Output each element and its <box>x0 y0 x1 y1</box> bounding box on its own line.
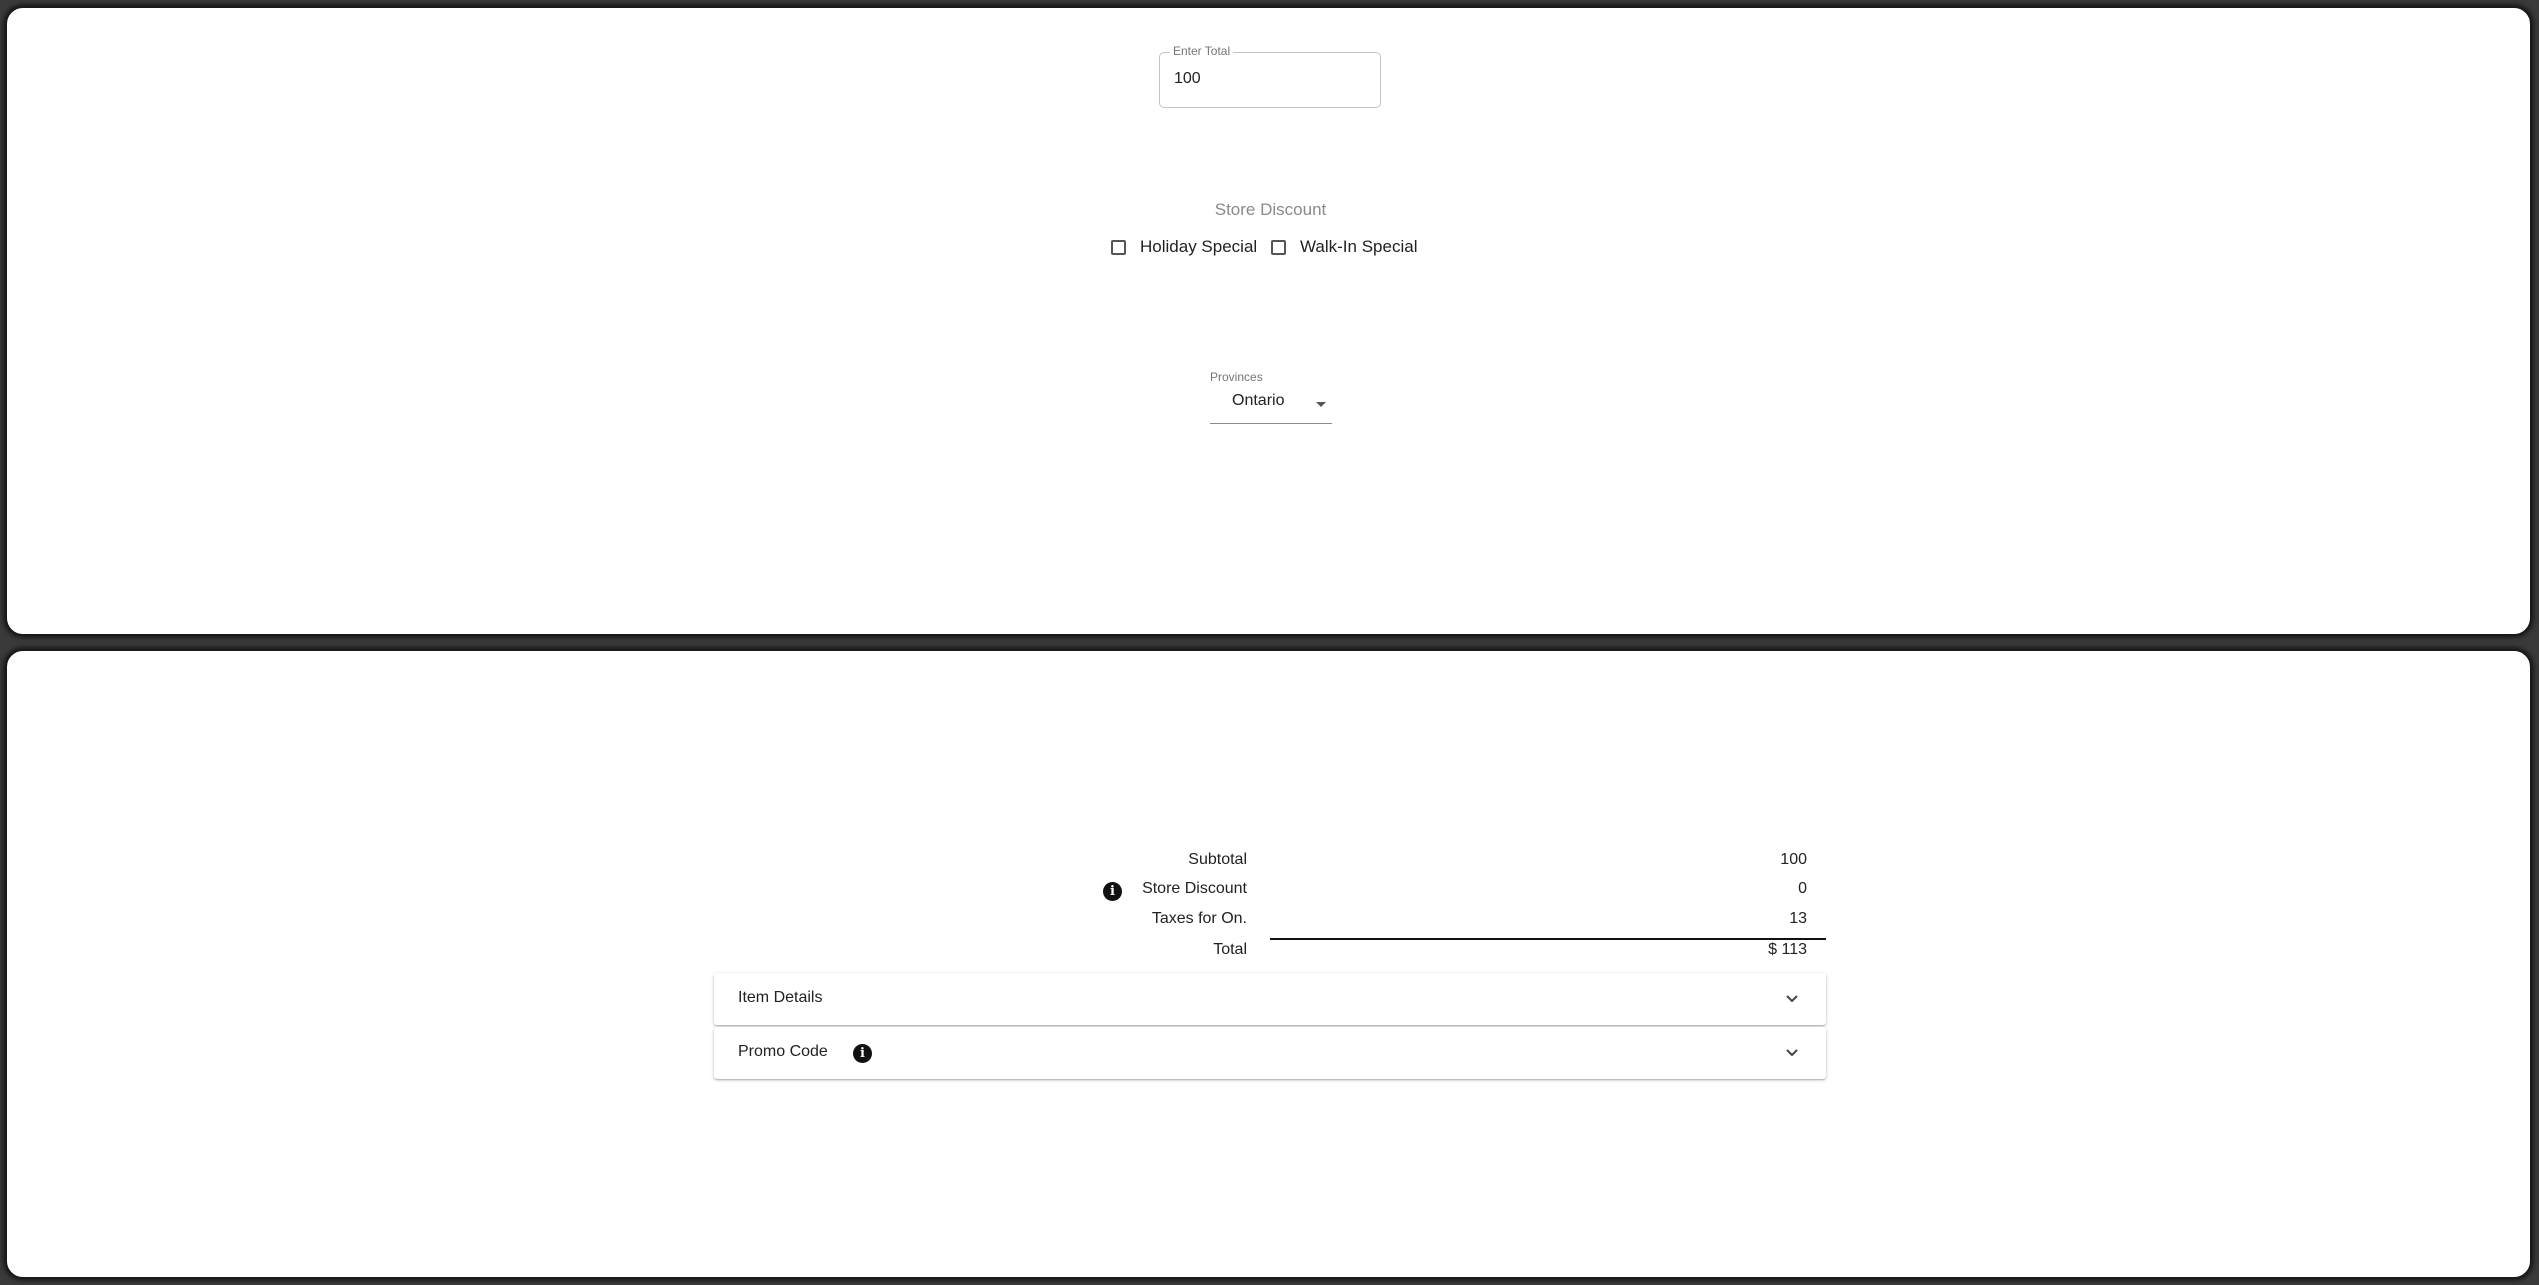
subtotal-value: 100 <box>1780 851 1807 868</box>
provinces-select[interactable]: Provinces Ontario <box>1210 370 1332 424</box>
subtotal-row: Subtotal 100 <box>7 851 2534 877</box>
total-row: Total $ 113 <box>7 941 2534 967</box>
holiday-special-label: Holiday Special <box>1140 237 1258 256</box>
checkbox-icon[interactable] <box>1111 239 1126 255</box>
enter-total-field[interactable]: Enter Total 100 <box>1159 44 1381 108</box>
input-panel: Enter Total 100 Store Discount Holiday S… <box>5 6 2532 636</box>
store-discount-value: 0 <box>1798 880 1807 897</box>
total-divider <box>1270 938 1826 940</box>
provinces-selected-value[interactable]: Ontario <box>1232 392 1284 410</box>
chevron-down-icon[interactable] <box>1784 1044 1800 1060</box>
taxes-row: Taxes for On. 13 <box>7 910 2534 936</box>
taxes-label: Taxes for On. <box>1151 910 1247 927</box>
holiday-special-checkbox[interactable]: Holiday Special <box>1111 237 1257 257</box>
store-discount-heading: Store Discount <box>1214 200 1327 219</box>
dropdown-arrow-icon[interactable] <box>1316 402 1326 407</box>
item-details-label: Item Details <box>738 989 823 1006</box>
item-details-accordion[interactable]: Item Details <box>714 973 1826 1025</box>
enter-total-input[interactable]: 100 <box>1174 70 1201 88</box>
info-circle-icon[interactable]: i <box>853 1044 872 1063</box>
store-discount-row: i Store Discount 0 <box>7 880 2534 906</box>
total-label: Total <box>1213 941 1247 958</box>
promo-code-accordion[interactable]: Promo Code i <box>714 1027 1826 1079</box>
enter-total-label: Enter Total <box>1170 44 1234 58</box>
checkbox-icon[interactable] <box>1271 239 1286 255</box>
store-discount-label: Store Discount <box>1142 880 1247 897</box>
promo-code-label: Promo Code <box>738 1043 828 1060</box>
provinces-label: Provinces <box>1210 370 1263 384</box>
subtotal-label: Subtotal <box>1188 851 1247 868</box>
info-circle-icon[interactable]: i <box>1103 882 1122 901</box>
walk-in-special-label: Walk-In Special <box>1300 237 1418 256</box>
total-value: $ 113 <box>1768 941 1807 958</box>
summary-panel: Subtotal 100 i Store Discount 0 Taxes fo… <box>5 649 2532 1279</box>
walk-in-special-checkbox[interactable]: Walk-In Special <box>1271 237 1417 257</box>
chevron-down-icon[interactable] <box>1784 990 1800 1006</box>
taxes-value: 13 <box>1789 910 1807 927</box>
